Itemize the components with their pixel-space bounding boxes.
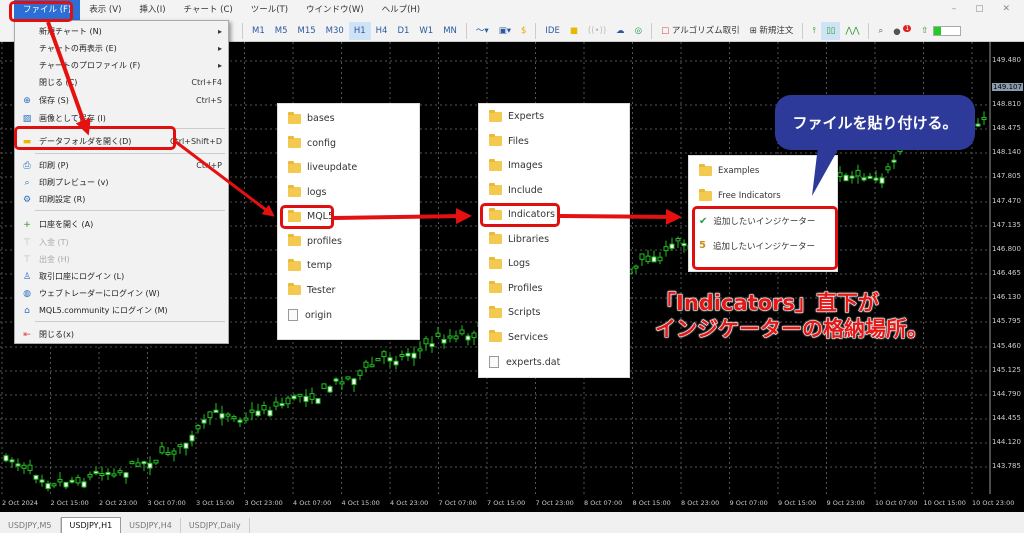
arrow-4 — [559, 208, 682, 225]
annotation-line-2: インジケーターの格納場所。 — [655, 317, 929, 342]
callout-bubble: ファイルを貼り付ける。 — [775, 95, 975, 150]
annotation-line-1: 「Indicators」直下が — [655, 291, 880, 316]
annotation-arrows — [46, 21, 840, 225]
annotation-text: 「Indicators」直下が インジケーターの格納場所。 — [655, 290, 929, 342]
callout-tail — [812, 146, 840, 196]
arrow-2 — [175, 140, 275, 217]
arrow-1 — [46, 21, 91, 136]
arrow-3 — [333, 208, 472, 225]
